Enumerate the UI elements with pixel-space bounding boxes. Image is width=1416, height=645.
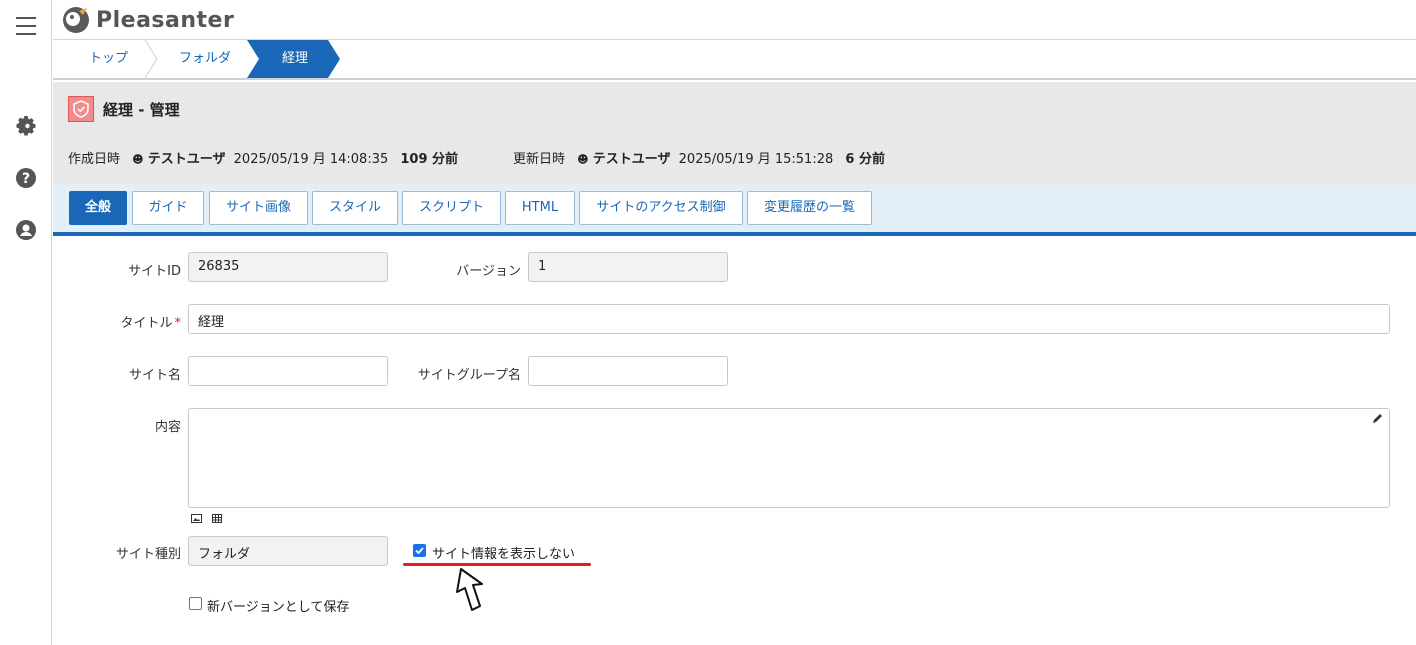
user-small-icon: ☻	[577, 153, 589, 166]
updated-label: 更新日時	[513, 152, 566, 167]
created-ago: 109 分前	[400, 152, 459, 167]
app-header: Pleasanter	[53, 0, 1416, 40]
created-user[interactable]: テストユーザ	[148, 152, 226, 167]
version-label: バージョン	[456, 264, 521, 279]
left-rail: ?	[0, 0, 52, 645]
tab-access-control[interactable]: サイトのアクセス制御	[579, 191, 743, 225]
site-name-input[interactable]	[188, 356, 388, 386]
app-logo[interactable]: Pleasanter	[61, 5, 234, 35]
tab-html[interactable]: HTML	[505, 191, 575, 225]
svg-text:?: ?	[22, 171, 30, 187]
logo-mark-icon	[63, 7, 89, 33]
breadcrumb-item-folder[interactable]: フォルダ	[179, 40, 231, 78]
menu-icon[interactable]	[14, 14, 38, 38]
site-id-field: 26835	[188, 252, 388, 282]
tab-general[interactable]: 全般	[69, 191, 127, 225]
updated-user[interactable]: テストユーザ	[593, 152, 671, 167]
created-info: 作成日時 ☻ テストユーザ 2025/05/19 月 14:08:35 109 …	[68, 148, 458, 167]
breadcrumb: トップ フォルダ 経理	[53, 40, 1416, 80]
content-textarea[interactable]	[188, 408, 1390, 508]
version-field: 1	[528, 252, 728, 282]
user-icon[interactable]	[14, 218, 38, 242]
attachment-table-icon[interactable]	[212, 514, 222, 523]
tab-site-image[interactable]: サイト画像	[209, 191, 308, 225]
pointer-arrow-icon	[456, 568, 483, 611]
updated-ago: 6 分前	[845, 152, 885, 167]
highlight-underline	[403, 563, 591, 566]
hide-site-info-checkbox[interactable]	[413, 544, 426, 557]
created-datetime: 2025/05/19 月 14:08:35	[233, 152, 389, 167]
hide-site-info-label[interactable]: サイト情報を表示しない	[432, 543, 575, 562]
title-label-text: タイトル	[120, 316, 173, 331]
required-mark: *	[174, 316, 182, 331]
save-new-version-label[interactable]: 新バージョンとして保存	[207, 596, 349, 615]
title-label: タイトル *	[60, 312, 181, 331]
site-id-label: サイトID	[128, 264, 181, 279]
site-type-label: サイト種別	[115, 547, 181, 562]
title-bar: 経理 - 管理 作成日時 ☻ テストユーザ 2025/05/19 月 14:08…	[53, 82, 1416, 184]
content-label: 内容	[154, 420, 181, 435]
gear-icon[interactable]	[14, 114, 38, 138]
save-new-version-checkbox[interactable]	[189, 597, 202, 610]
image-icon[interactable]	[191, 514, 202, 523]
tab-script[interactable]: スクリプト	[402, 191, 501, 225]
title-input[interactable]: 経理	[188, 304, 1390, 334]
tab-change-history[interactable]: 変更履歴の一覧	[747, 191, 872, 225]
breadcrumb-item-top[interactable]: トップ	[89, 40, 128, 78]
tab-guide[interactable]: ガイド	[132, 191, 204, 225]
tab-style[interactable]: スタイル	[312, 191, 398, 225]
site-group-label: サイトグループ名	[417, 368, 521, 383]
user-small-icon: ☻	[132, 153, 144, 166]
shield-icon	[68, 96, 94, 122]
help-icon[interactable]: ?	[14, 166, 38, 190]
logo-text: Pleasanter	[96, 7, 235, 33]
edit-pencil-icon[interactable]	[1372, 413, 1383, 424]
breadcrumb-item-current[interactable]: 経理	[282, 40, 308, 78]
check-icon	[415, 547, 424, 555]
page-title: 経理 - 管理	[103, 101, 180, 119]
created-label: 作成日時	[68, 152, 121, 167]
site-name-label: サイト名	[128, 368, 181, 383]
tab-bar: 全般 ガイド サイト画像 スタイル スクリプト HTML サイトのアクセス制御 …	[53, 184, 1416, 236]
updated-datetime: 2025/05/19 月 15:51:28	[678, 152, 834, 167]
site-type-field: フォルダ	[188, 536, 388, 566]
site-group-input[interactable]	[528, 356, 728, 386]
updated-info: 更新日時 ☻ テストユーザ 2025/05/19 月 15:51:28 6 分前	[513, 148, 885, 167]
